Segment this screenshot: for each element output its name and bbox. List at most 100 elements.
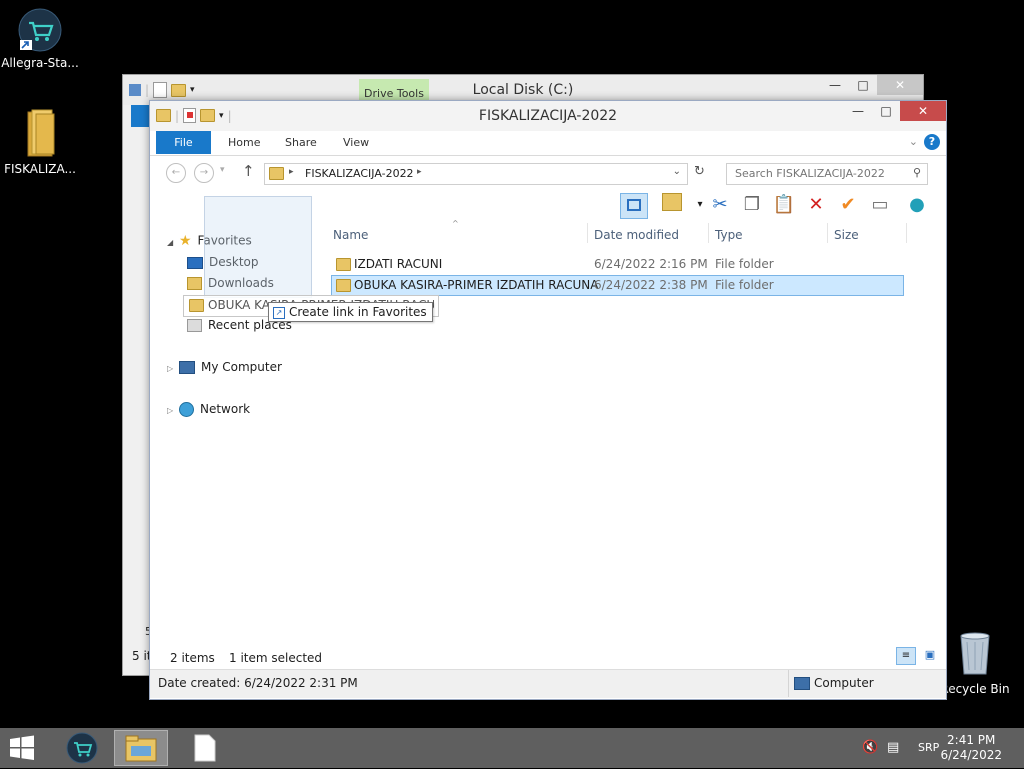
search-input[interactable]: [727, 164, 905, 182]
maximize-button[interactable]: □: [872, 101, 900, 121]
file-tab[interactable]: [131, 105, 151, 127]
computer-icon: [178, 361, 195, 374]
expand-ribbon-icon[interactable]: ⌄: [909, 135, 918, 148]
minimize-button[interactable]: —: [844, 101, 872, 121]
desktop-icon-label: Allegra-Sta...: [1, 56, 79, 70]
row-date: 6/24/2022 2:16 PM: [594, 257, 708, 271]
folder-icon: [269, 167, 284, 180]
drag-tooltip: ↗ Create link in Favorites: [268, 302, 433, 322]
column-header-date-modified[interactable]: Date modified: [594, 228, 679, 242]
nav-network[interactable]: ▷ Network: [167, 402, 250, 417]
details-bar: Date created: 6/24/2022 2:31 PM Computer: [150, 669, 946, 698]
date-created: Date created: 6/24/2022 2:31 PM: [158, 676, 358, 690]
folder-options-icon[interactable]: [660, 193, 684, 217]
sort-indicator-icon: ^: [452, 219, 459, 228]
up-button[interactable]: ↑: [242, 162, 255, 180]
clock-time: 2:41 PM: [947, 733, 996, 747]
copy-icon[interactable]: ❐: [740, 193, 764, 217]
drag-hover-highlight: [204, 196, 312, 298]
taskbar-file-explorer[interactable]: [114, 730, 168, 766]
large-icons-view-icon[interactable]: ▣: [922, 648, 938, 664]
address-dropdown-icon[interactable]: ⌄: [673, 166, 681, 177]
window-title: FISKALIZACIJA-2022: [478, 108, 618, 124]
forward-button[interactable]: →: [194, 163, 214, 183]
ribbon-tabs: File Home Share View ⌄ ?: [150, 131, 946, 156]
chevron-right-icon[interactable]: ▸: [289, 167, 294, 177]
speaker-muted-icon[interactable]: 🔇: [862, 740, 878, 755]
close-button[interactable]: ✕: [900, 101, 946, 121]
chevron-right-icon[interactable]: ▸: [417, 167, 422, 177]
star-icon: ★: [178, 233, 192, 249]
row-date: 6/24/2022 2:38 PM: [594, 278, 708, 292]
help-icon[interactable]: ?: [924, 134, 940, 150]
search-box[interactable]: ⚲: [726, 163, 928, 185]
file-explorer-icon: [125, 735, 157, 762]
taskbar-allegra-app[interactable]: [60, 730, 104, 766]
title-bar[interactable]: | ▾ | FISKALIZACIJA-2022 — □ ✕: [150, 101, 946, 131]
nav-my-computer[interactable]: ▷ My Computer: [167, 360, 282, 374]
command-toolbar: ▾ ✂ ❐ 📋 ✕ ✔ ▭ ●: [610, 191, 940, 221]
tab-file[interactable]: File: [156, 131, 211, 154]
status-selected-count: 1 item selected: [229, 651, 323, 665]
row-name: IZDATI RACUNI: [354, 257, 443, 271]
column-header-size[interactable]: Size: [834, 228, 859, 242]
table-row[interactable]: IZDATI RACUNI 6/24/2022 2:16 PM File fol…: [331, 254, 904, 275]
preview-pane-icon[interactable]: [620, 193, 648, 219]
globe-icon[interactable]: ●: [905, 193, 929, 217]
computer-icon: [794, 677, 810, 690]
folder-icon: [27, 109, 55, 157]
taskbar-document-app[interactable]: [190, 730, 220, 766]
recent-locations-icon[interactable]: ▾: [220, 165, 225, 175]
tab-view[interactable]: View: [329, 131, 383, 154]
network-icon: [178, 402, 194, 417]
address-path: FISKALIZACIJA-2022: [305, 167, 414, 180]
location-zone: Computer: [814, 676, 874, 690]
checkmark-icon[interactable]: ✔: [836, 193, 860, 217]
shortcut-arrow-icon: ↗: [273, 306, 285, 319]
paste-icon[interactable]: 📋: [772, 193, 796, 217]
column-header-type[interactable]: Type: [715, 228, 743, 242]
rename-icon[interactable]: ▭: [868, 193, 892, 217]
start-button[interactable]: [8, 730, 40, 766]
desktop-icon-label: FISKALIZA...: [4, 162, 76, 176]
desktop-icon-recycle-bin[interactable]: Recycle Bin: [935, 630, 1015, 696]
folder-icon: [336, 279, 351, 292]
downloads-icon: [187, 277, 202, 290]
back-button[interactable]: ←: [166, 163, 186, 183]
desktop-icon-label: Recycle Bin: [940, 682, 1010, 696]
table-row-selected[interactable]: OBUKA KASIRA-PRIMER IZDATIH RACUNA 6/24/…: [331, 275, 904, 296]
recent-places-icon: [187, 319, 202, 332]
tab-share[interactable]: Share: [271, 131, 331, 154]
cut-icon[interactable]: ✂: [708, 193, 732, 217]
desktop-icon: [187, 256, 203, 269]
refresh-icon[interactable]: ↻: [694, 164, 705, 179]
close-button[interactable]: ✕: [877, 75, 923, 95]
explorer-window-fiskalizacija[interactable]: | ▾ | FISKALIZACIJA-2022 — □ ✕ File Home…: [149, 100, 947, 700]
window-title: Local Disk (C:): [472, 82, 574, 98]
desktop-icon-allegra[interactable]: Allegra-Sta...: [0, 8, 80, 70]
maximize-button[interactable]: □: [849, 75, 877, 95]
folder-icon: [189, 299, 204, 312]
desktop-icon-fiskalizacija[interactable]: FISKALIZA...: [0, 108, 80, 176]
taskbar: 🔇 ▤ SRP 2:41 PM 6/24/2022: [0, 728, 1024, 768]
details-view-icon[interactable]: ≡: [896, 647, 916, 665]
search-icon[interactable]: ⚲: [913, 166, 921, 179]
status-bar: 2 items 1 item selected ≡ ▣: [150, 647, 946, 669]
delete-icon[interactable]: ✕: [804, 193, 828, 217]
language-indicator[interactable]: SRP: [918, 741, 939, 754]
status-item-count: 2 items: [170, 651, 215, 665]
shopping-cart-icon: [18, 8, 62, 52]
address-bar[interactable]: ▸ FISKALIZACIJA-2022 ▸ ⌄: [264, 163, 688, 185]
shopping-cart-icon: [66, 732, 98, 764]
row-type: File folder: [715, 257, 774, 271]
network-tray-icon[interactable]: ▤: [887, 740, 899, 755]
windows-logo-icon: [10, 735, 34, 760]
address-row: ← → ▾ ↑ ▸ FISKALIZACIJA-2022 ▸ ⌄ ↻ ⚲: [150, 157, 946, 187]
recycle-bin-icon: [960, 632, 990, 675]
column-header-name[interactable]: Name: [333, 228, 368, 242]
row-name: OBUKA KASIRA-PRIMER IZDATIH RACUNA: [354, 278, 599, 292]
minimize-button[interactable]: —: [821, 75, 849, 95]
row-type: File folder: [715, 278, 774, 292]
clock[interactable]: 2:41 PM 6/24/2022: [940, 733, 1002, 763]
tab-home[interactable]: Home: [214, 131, 274, 154]
